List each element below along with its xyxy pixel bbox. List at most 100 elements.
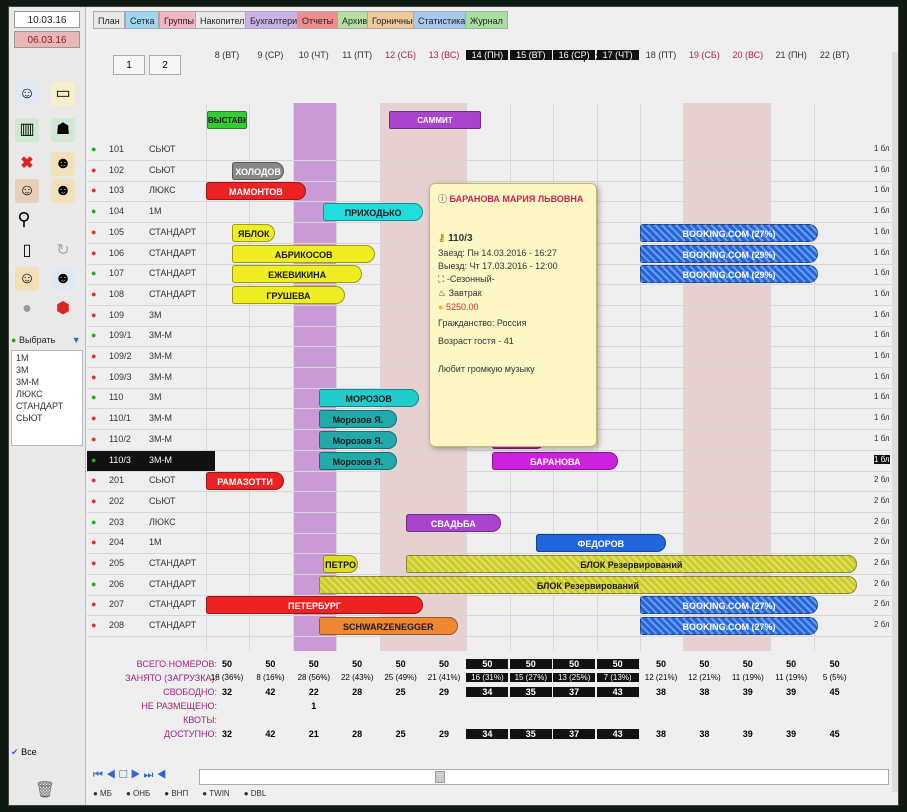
booking-bar[interactable]: БАРАНОВА [492,451,619,470]
trash-green-icon[interactable]: ▥ [15,118,39,142]
room-row-202[interactable]: ● 202 СЬЮТ 2 бл [87,492,892,513]
booking-bar[interactable]: ЕЖЕВИКИНА [232,265,363,284]
user-add-icon[interactable]: ☺ [15,267,39,291]
stats-label: ЗАНЯТО (ЗАГРУЗКА): [125,673,217,683]
room-type: СТАНДАРТ [149,247,197,258]
tab-2[interactable]: Группы [159,11,199,29]
filter-1m[interactable]: 1М [16,353,29,363]
stats-value: 38 [655,729,666,739]
booking-bar[interactable]: АБРИКОСОВ [232,244,376,263]
delete-icon[interactable]: ✖ [15,152,39,176]
tab-9[interactable]: Журнал [465,11,508,29]
booking-bar[interactable]: SCHWARZENEGGER [318,617,458,636]
booking-bar[interactable]: BOOKING.COM (27%) [640,223,818,242]
booking-bar[interactable]: МАМОНТОВ [206,182,306,201]
group-icon[interactable]: ☗ [51,118,75,142]
right-scrollbar[interactable] [892,52,898,792]
date-selected[interactable]: 06.03.16 [14,31,80,48]
booking-bar[interactable]: БЛОК Резервирований [318,575,857,594]
booking-bar[interactable]: ХОЛОДОВ [232,161,285,180]
date-col-1: 9 (СР) [257,50,284,60]
booking-bar[interactable]: СВАДЬБА [405,513,502,532]
person-icon[interactable]: ☻ [51,152,75,176]
print-icon[interactable]: ▯ [15,239,39,263]
key-icon: ⚷ [438,233,446,244]
status-dot-icon: ● [91,268,97,279]
room-row-102[interactable]: ● 102 СЬЮТ 1 бл [87,161,892,182]
booking-bar[interactable]: BOOKING.COM (27%) [640,596,818,615]
document-icon[interactable]: ▭ [51,82,75,106]
booking-bar[interactable]: ПЕТРО [323,555,358,573]
filter-3m-m[interactable]: 3М-М [16,377,39,387]
checkin-icon[interactable]: ☺ [15,179,39,203]
booking-bar[interactable]: МОРОЗОВ [318,389,419,408]
view-button-2[interactable]: 2 [149,55,181,75]
dropdown-icon[interactable]: ▼ [72,335,81,345]
event-exhibition[interactable]: ВЫСТАВКА [207,111,247,129]
booking-bar[interactable]: РАМАЗОТТИ [206,472,285,491]
status-dot-icon: ● [91,144,97,154]
filter-dot-icon: ● [11,335,17,345]
filter-standard[interactable]: СТАНДАРТ [16,401,63,411]
room-type: 3М-М [149,433,172,444]
booking-bar[interactable]: BOOKING.COM (27%) [640,617,818,636]
room-block: 1 бл [874,433,890,443]
booking-bar[interactable]: ПРИХОДЬКО [323,203,423,222]
stats-value: 50 [742,659,753,669]
guest-icon[interactable]: ☺ [15,82,39,106]
all-checkbox[interactable]: ✔ Все [11,747,37,758]
date-today[interactable]: 10.03.16 [14,11,80,28]
room-row-101[interactable]: ● 101 СЬЮТ 1 бл [87,140,892,161]
room-type: ЛЮКС [149,516,176,527]
booking-bar[interactable]: BOOKING.COM (29%) [640,265,818,284]
stats-value: 38 [699,687,710,697]
tab-5[interactable]: Отчеты [297,11,339,29]
filter-3m[interactable]: 3М [16,365,29,375]
booking-bar[interactable]: ПЕТЕРБУРГ [206,596,423,615]
room-number: 108 [109,288,125,299]
room-type: 3М-М [149,351,172,361]
stats-value: 35 [509,687,552,697]
status-dot-icon: ● [91,599,97,610]
booking-bar[interactable]: Морозов Я. [318,410,397,429]
room-block: 1 бл [874,144,890,153]
stats-value: 42 [265,729,276,739]
room-row-204[interactable]: ● 204 1М 2 бл [87,533,892,555]
lock-icon[interactable]: ● [15,297,39,321]
refresh-icon[interactable]: ↻ [51,239,75,263]
room-number: 104 [109,206,125,217]
checkout-icon[interactable]: ☻ [51,179,75,203]
user-edit-icon[interactable]: ☻ [51,267,75,291]
booking-bar[interactable]: ФЕДОРОВ [535,534,667,553]
stats-value: 50 [308,659,319,669]
filter-label: Выбрать [18,335,56,345]
room-block: 1 бл [874,330,890,340]
room-row-110/3[interactable]: ● 110/3 3М-М 1 бл [87,450,892,472]
horizontal-scrollbar[interactable] [199,769,889,785]
legend-item: ● ВНП [164,789,189,798]
booking-bar[interactable]: ЯБЛОК [232,223,276,242]
booking-bar[interactable]: BOOKING.COM (29%) [640,244,818,263]
stats-value: 42 [265,687,276,697]
stats-value: 22 [308,687,319,697]
booking-bar[interactable]: Морозов Я. [318,451,397,470]
event-summit[interactable]: САММИТ [389,111,481,129]
filter-lux[interactable]: ЛЮКС [16,389,43,399]
filter-suite[interactable]: СЬЮТ [16,413,43,423]
tab-8[interactable]: Статистика [413,11,471,29]
booking-bar[interactable]: Морозов Я. [318,430,397,449]
trash-icon[interactable]: 🗑 [33,779,57,803]
popup-note: Любит громкую музыку [438,364,535,374]
legend-item: ● DBL [243,789,267,798]
booking-bar[interactable]: ГРУШЕВА [232,285,345,304]
popup-citizenship: Гражданство: Россия [438,318,527,328]
filter-select[interactable]: ● Выбрать ▼ [11,335,81,345]
search-icon[interactable]: ⚲ [12,207,36,231]
room-block: 1 бл [874,351,890,360]
tab-0[interactable]: План [93,11,125,29]
exit-icon[interactable]: ⬢ [51,297,75,321]
view-button-1[interactable]: 1 [113,55,145,75]
scroll-thumb[interactable] [435,771,445,783]
booking-bar[interactable]: БЛОК Резервирований [405,555,857,573]
tab-1[interactable]: Сетка [125,11,160,29]
